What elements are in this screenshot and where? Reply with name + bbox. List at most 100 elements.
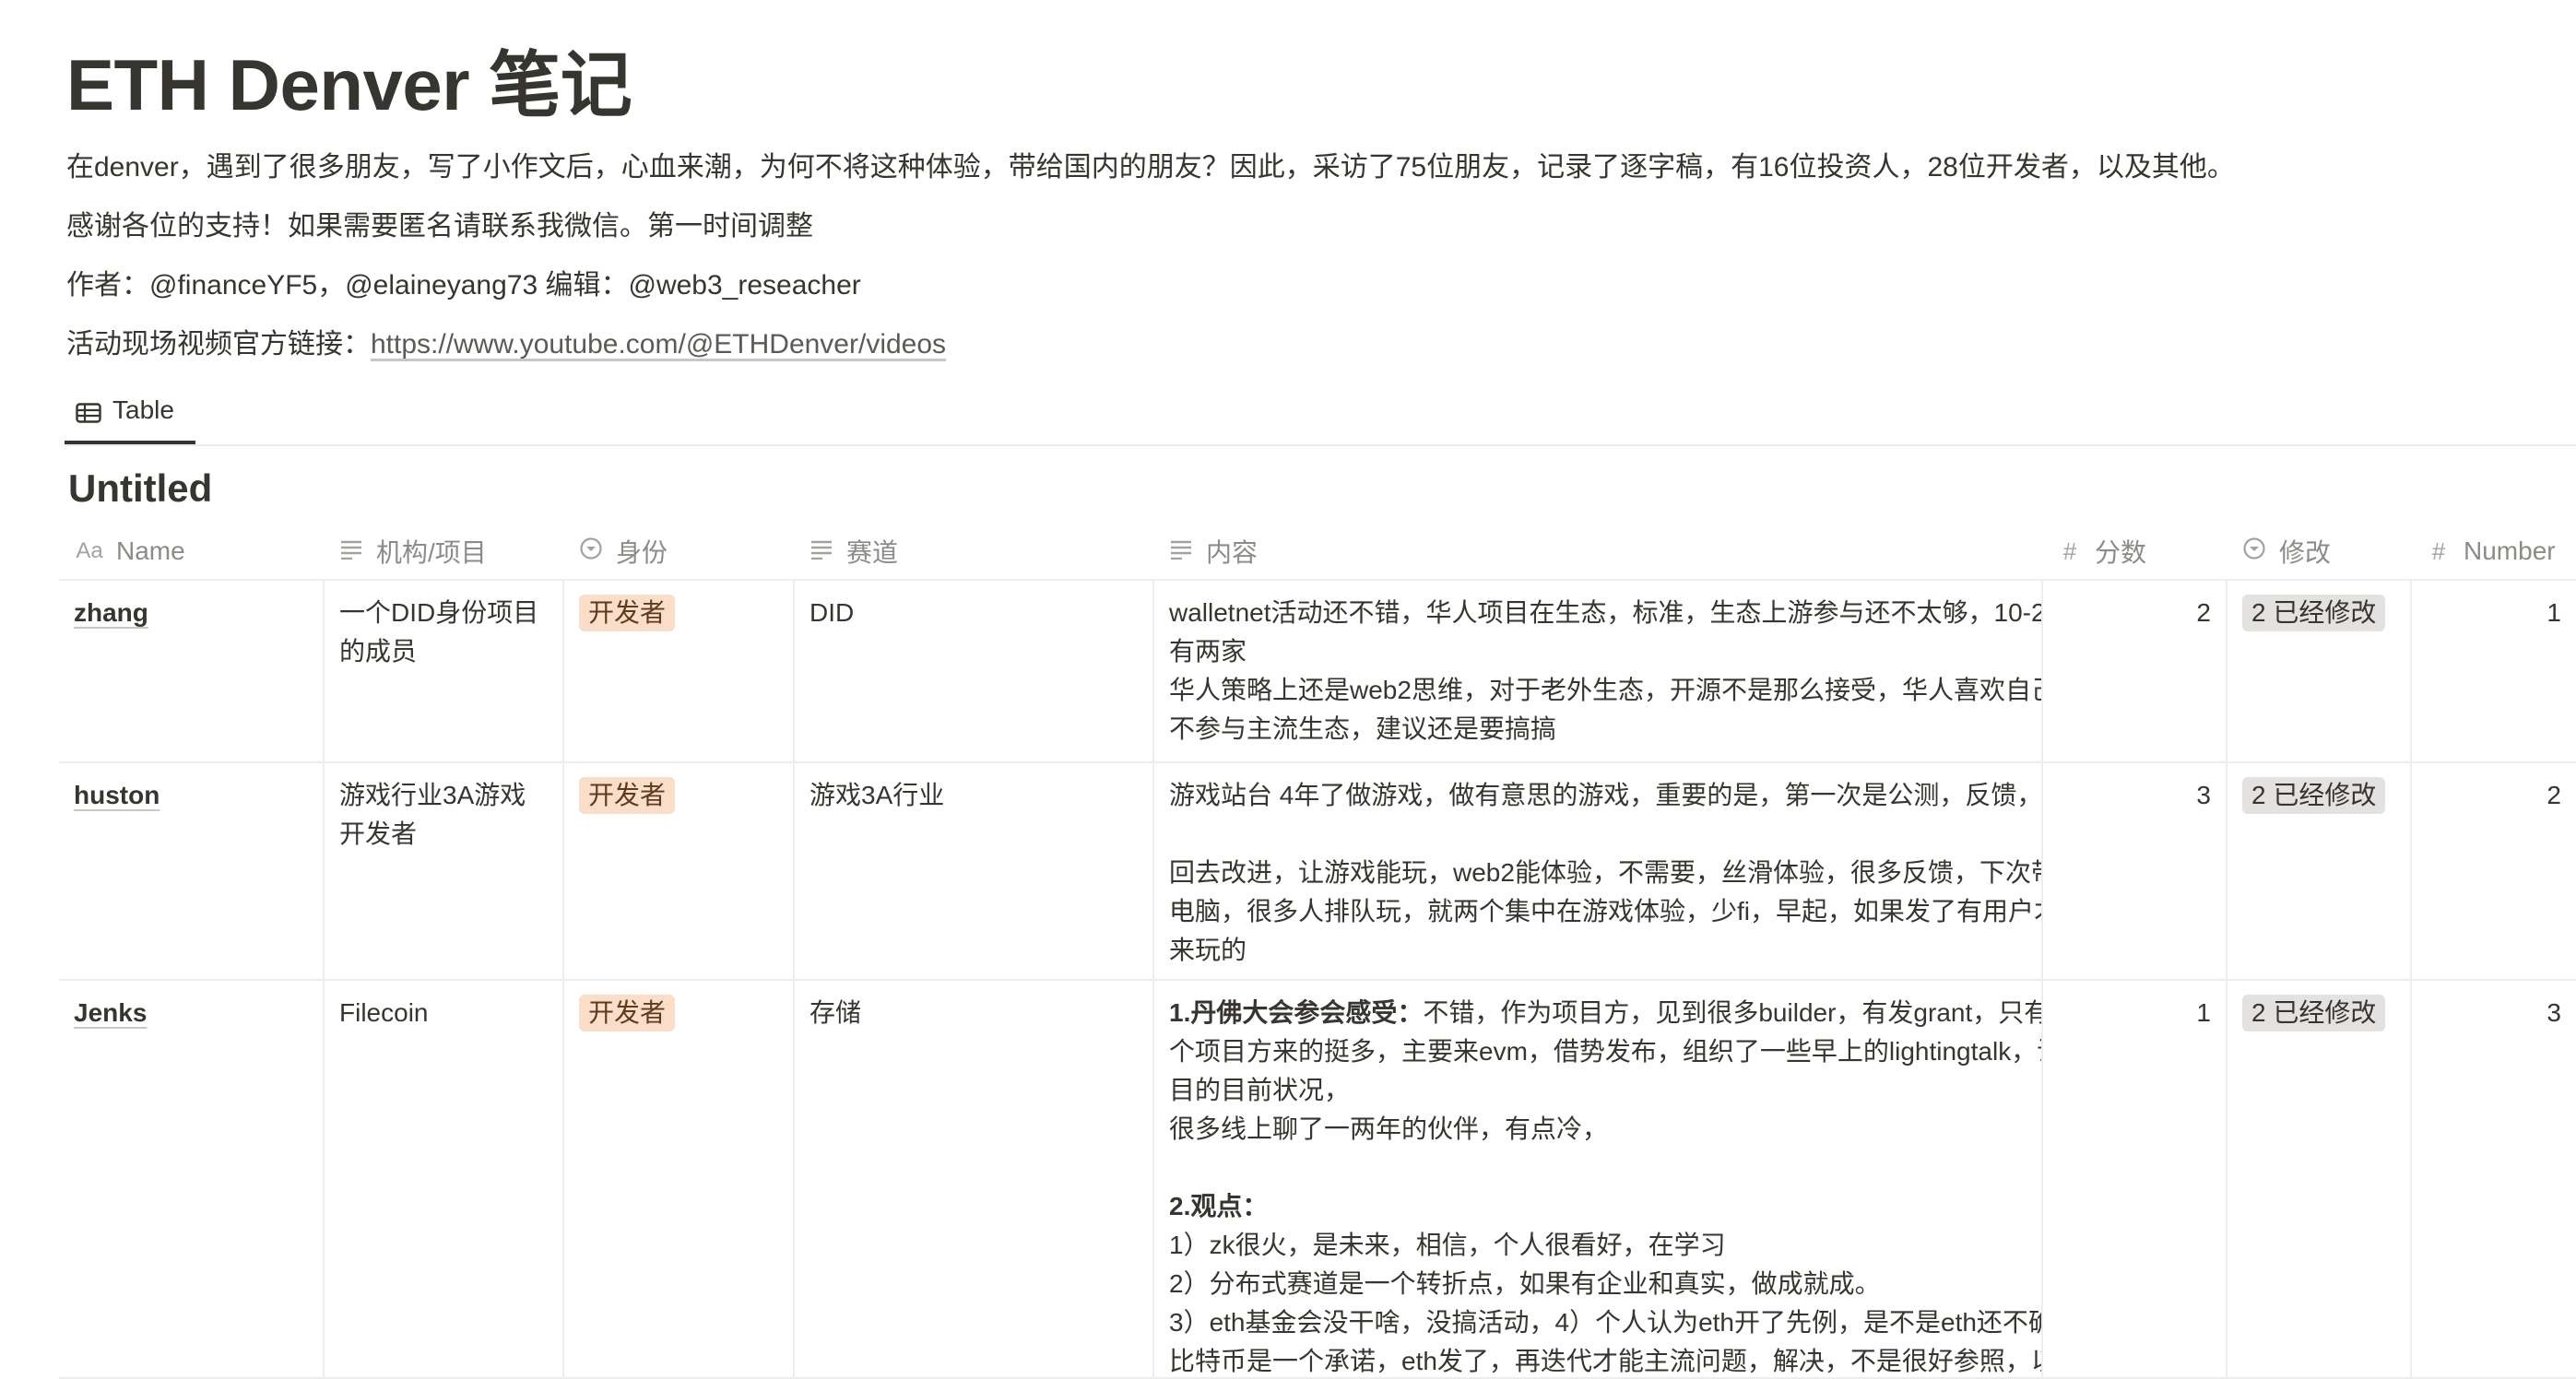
content-line: 很多线上聊了一两年的伙伴，有点冷， bbox=[1169, 1110, 2027, 1149]
table-row: huston 游戏行业3A游戏 开发者 开发者 游戏3A行业 游戏站台 4年了做游戏，做有… bbox=[59, 763, 2576, 981]
column-header-label: 身份 bbox=[616, 538, 668, 567]
cell-number[interactable]: 1 bbox=[2410, 581, 2576, 761]
content-line bbox=[1169, 1149, 2027, 1187]
content-text: walletnet活动还不错，华人项目在生态，标准，生态上游参与还不太够，10-… bbox=[1169, 598, 2041, 627]
column-header[interactable]: Aa Name bbox=[59, 524, 323, 579]
org-line: 游戏行业3A游戏 bbox=[339, 781, 526, 809]
content-line: 游戏站台 4年了做游戏，做有意思的游戏，重要的是，第一次是公测，反馈， bbox=[1169, 776, 2041, 815]
content-text: 比特币是一个承诺，eth发了，再迭代才能主流问题，解决，不是很好参照，以技术 bbox=[1169, 1347, 2041, 1375]
role-tag: 开发者 bbox=[579, 777, 676, 814]
select-property-icon bbox=[577, 536, 605, 567]
table-header: Aa Name 机构/项目 身份 赛道 内容 # 分数 修改 # Number bbox=[59, 524, 2576, 581]
content-line bbox=[1169, 815, 2027, 854]
column-header-label: 修改 bbox=[2279, 538, 2332, 567]
cell-name[interactable]: Jenks bbox=[59, 981, 323, 1377]
thanks-paragraph: 感谢各位的支持！如果需要匿名请联系我微信。第一时间调整 bbox=[66, 211, 813, 242]
content-text: 电脑，很多人排队玩，就两个集中在游戏体验，少fi，早起，如果发了有用户才说， bbox=[1169, 897, 2041, 925]
content-line: 不参与主流生态，建议还是要搞搞 bbox=[1169, 710, 2027, 748]
content-line: 2.观点： bbox=[1169, 1187, 2027, 1226]
content-text: 游戏站台 4年了做游戏，做有意思的游戏，重要的是，第一次是公测，反馈， bbox=[1169, 781, 2041, 809]
content-line: 1.丹佛大会参会感受：不错，作为项目方，见到很多builder，有发grant，… bbox=[1169, 994, 2041, 1032]
cell-org[interactable]: 游戏行业3A游戏 开发者 bbox=[323, 763, 562, 979]
cell-name[interactable]: zhang bbox=[59, 581, 323, 761]
content-line: 有两家 bbox=[1169, 632, 2027, 671]
cell-number[interactable]: 2 bbox=[2410, 763, 2576, 979]
row-name[interactable]: Jenks bbox=[74, 998, 147, 1027]
cell-track[interactable]: DID bbox=[793, 581, 1152, 761]
track-text: 存储 bbox=[809, 998, 862, 1027]
number-value: 2 bbox=[2546, 781, 2561, 809]
content-line: 比特币是一个承诺，eth发了，再迭代才能主流问题，解决，不是很好参照，以技术 bbox=[1169, 1342, 2041, 1377]
content-line: 华人策略上还是web2思维，对于老外生态，开源不是那么接受，华人喜欢自己做， bbox=[1169, 671, 2041, 710]
column-header[interactable]: 身份 bbox=[562, 524, 793, 579]
org-line: 开发者 bbox=[339, 819, 418, 848]
content-line: 目的目前状况， bbox=[1169, 1071, 2027, 1110]
content-text: 3）eth基金会没干啥，没搞活动，4）个人认为eth开了先例，是不是eth还不确… bbox=[1169, 1308, 2041, 1337]
intro-paragraph: 在denver，遇到了很多朋友，写了小作文后，心血来潮，为何不将这种体验，带给国… bbox=[66, 152, 2235, 183]
cell-number[interactable]: 3 bbox=[2410, 981, 2576, 1377]
content-text: 不参与主流生态，建议还是要搞搞 bbox=[1169, 714, 1557, 743]
cell-status[interactable]: 2 已经修改 bbox=[2226, 981, 2410, 1377]
column-header[interactable]: # Number bbox=[2410, 524, 2576, 579]
column-header[interactable]: # 分数 bbox=[2041, 524, 2226, 579]
number-property-icon: # bbox=[2431, 536, 2446, 565]
cell-score[interactable]: 3 bbox=[2041, 763, 2226, 979]
status-tag: 2 已经修改 bbox=[2242, 777, 2386, 814]
score-value: 1 bbox=[2196, 998, 2211, 1027]
cell-score[interactable]: 2 bbox=[2041, 581, 2226, 761]
select-property-icon bbox=[2240, 536, 2268, 567]
cell-org[interactable]: Filecoin bbox=[323, 981, 562, 1377]
content-text: 不错，作为项目方，见到很多builder，有发grant，只有20 bbox=[1423, 998, 2041, 1027]
column-header-label: 分数 bbox=[2095, 538, 2147, 567]
content-text: 有两家 bbox=[1169, 637, 1247, 666]
video-link[interactable]: https://www.youtube.com/@ETHDenver/video… bbox=[371, 329, 946, 359]
title-property-icon: Aa bbox=[76, 538, 103, 563]
column-header[interactable]: 修改 bbox=[2226, 524, 2410, 579]
cell-content[interactable]: 游戏站台 4年了做游戏，做有意思的游戏，重要的是，第一次是公测，反馈， 回去改进，… bbox=[1152, 763, 2041, 979]
column-header[interactable]: 内容 bbox=[1152, 524, 2041, 579]
content-text: 1）zk很火，是未来，相信，个人很看好，在学习 bbox=[1169, 1231, 1726, 1259]
cell-content[interactable]: walletnet活动还不错，华人项目在生态，标准，生态上游参与还不太够，10-… bbox=[1152, 581, 2041, 761]
content-line: 个项目方来的挺多，主要来evm，借势发布，组织了一些早上的lightingtal… bbox=[1169, 1032, 2041, 1071]
content-text: 目的目前状况， bbox=[1169, 1076, 1351, 1104]
content-line: 回去改进，让游戏能玩，web2能体验，不需要，丝滑体验，很多反馈，下次带更多 bbox=[1169, 854, 2041, 892]
cell-role[interactable]: 开发者 bbox=[562, 763, 793, 979]
cell-status[interactable]: 2 已经修改 bbox=[2226, 581, 2410, 761]
content-text: 回去改进，让游戏能玩，web2能体验，不需要，丝滑体验，很多反馈，下次带更多 bbox=[1169, 858, 2041, 887]
org-line: 一个DID身份项目 bbox=[339, 598, 539, 627]
tab-table[interactable]: Table bbox=[65, 380, 195, 444]
row-name[interactable]: huston bbox=[74, 781, 160, 809]
table-row: Jenks Filecoin 开发者 存储 1.丹佛大会参会感受：不错，作为项目方，见到… bbox=[59, 981, 2576, 1379]
content-text: 个项目方来的挺多，主要来evm，借势发布，组织了一些早上的lightingtal… bbox=[1169, 1037, 2041, 1066]
content-line: 来玩的 bbox=[1169, 931, 2027, 970]
video-paragraph: 活动现场视频官方链接：https://www.youtube.com/@ETHD… bbox=[66, 321, 946, 361]
score-value: 3 bbox=[2196, 781, 2211, 809]
number-value: 3 bbox=[2546, 998, 2561, 1027]
content-line: walletnet活动还不错，华人项目在生态，标准，生态上游参与还不太够，10-… bbox=[1169, 594, 2041, 632]
cell-status[interactable]: 2 已经修改 bbox=[2226, 763, 2410, 979]
column-header[interactable]: 赛道 bbox=[793, 524, 1152, 579]
database-table: Aa Name 机构/项目 身份 赛道 内容 # 分数 修改 # Number zhang 一个DID… bbox=[59, 524, 2576, 1379]
cell-org[interactable]: 一个DID身份项目 的成员 bbox=[323, 581, 562, 761]
cell-name[interactable]: huston bbox=[59, 763, 323, 979]
cell-track[interactable]: 游戏3A行业 bbox=[793, 763, 1152, 979]
cell-role[interactable]: 开发者 bbox=[562, 581, 793, 761]
org-line: Filecoin bbox=[339, 998, 429, 1027]
database-title[interactable]: Untitled bbox=[68, 466, 212, 511]
cell-content[interactable]: 1.丹佛大会参会感受：不错，作为项目方，见到很多builder，有发grant，… bbox=[1152, 981, 2041, 1377]
role-tag: 开发者 bbox=[579, 995, 676, 1031]
number-value: 1 bbox=[2546, 598, 2561, 627]
cell-role[interactable]: 开发者 bbox=[562, 981, 793, 1377]
table-icon bbox=[76, 400, 101, 423]
content-line: 3）eth基金会没干啥，没搞活动，4）个人认为eth开了先例，是不是eth还不确… bbox=[1169, 1303, 2041, 1342]
cell-score[interactable]: 1 bbox=[2041, 981, 2226, 1377]
page-title: ETH Denver 笔记 bbox=[66, 44, 632, 125]
content-line: 电脑，很多人排队玩，就两个集中在游戏体验，少fi，早起，如果发了有用户才说， bbox=[1169, 892, 2041, 931]
track-text: DID bbox=[809, 598, 855, 627]
score-value: 2 bbox=[2196, 598, 2211, 627]
row-name[interactable]: zhang bbox=[74, 598, 148, 627]
video-label: 活动现场视频官方链接： bbox=[66, 329, 371, 359]
column-header-label: 机构/项目 bbox=[376, 538, 487, 567]
cell-track[interactable]: 存储 bbox=[793, 981, 1152, 1377]
column-header[interactable]: 机构/项目 bbox=[323, 524, 562, 579]
